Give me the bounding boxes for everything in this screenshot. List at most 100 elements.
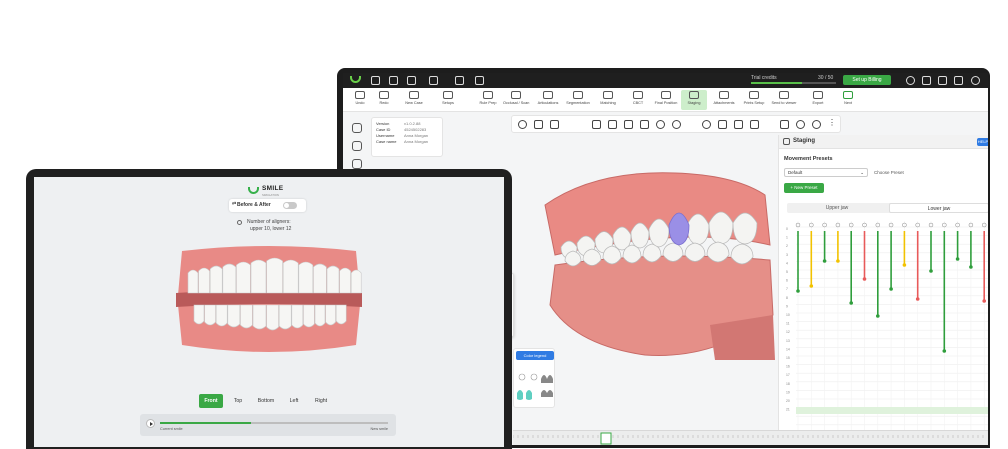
toolbar-staging[interactable]: Staging xyxy=(681,90,707,110)
view-right-button[interactable]: Right xyxy=(309,394,333,408)
more-icon[interactable]: ⋮ xyxy=(828,119,837,129)
toolbar-articulations[interactable]: Articulations xyxy=(535,90,561,110)
toolbar-export[interactable]: Export xyxy=(805,90,831,110)
measure-icon[interactable] xyxy=(352,159,362,169)
move-icon[interactable] xyxy=(518,120,527,129)
trial-credits-bar xyxy=(751,82,836,84)
toolbar-occlusal-scan[interactable]: Occlusal / Scan xyxy=(503,90,529,110)
search-icon[interactable] xyxy=(906,76,915,85)
toolbar-label: Next xyxy=(844,101,852,105)
open-folder-icon[interactable] xyxy=(389,76,398,85)
segmentation-icon xyxy=(573,91,583,99)
view-top-button[interactable]: Top xyxy=(227,394,249,408)
toolbar-redo[interactable]: Redo xyxy=(371,90,397,110)
chart-icon[interactable] xyxy=(352,141,362,151)
toolbar-setups[interactable]: Setups xyxy=(435,90,461,110)
toolbar-matching[interactable]: Matching xyxy=(595,90,621,110)
view-icon[interactable] xyxy=(352,123,362,133)
eraser-icon[interactable] xyxy=(750,120,759,129)
zoom-icon[interactable] xyxy=(702,120,711,129)
notes-icon[interactable] xyxy=(922,76,931,85)
brush-icon[interactable] xyxy=(734,120,743,129)
toolbar-send-to-viewer[interactable]: Send to viewer xyxy=(771,90,797,110)
smile-player: Current smile New smile xyxy=(140,414,396,436)
lower-tooth xyxy=(252,304,267,330)
set-up-billing-button[interactable]: Set up Billing xyxy=(843,75,891,85)
toolbar-rule-prep[interactable]: Rule Prep xyxy=(475,90,501,110)
view-left-button[interactable]: Left xyxy=(283,394,305,408)
stage-row-number: 17 xyxy=(786,373,790,377)
choose-preset-link[interactable]: Choose Preset xyxy=(874,170,904,175)
toolbar-label: Setups xyxy=(442,101,454,105)
toolbar-label: Attachments xyxy=(713,101,735,105)
preset-select[interactable]: Default ⌄ xyxy=(784,168,868,177)
new-case-icon xyxy=(409,91,419,99)
undo-icon xyxy=(355,91,365,99)
toolbar-prints-setup[interactable]: Prints Setup xyxy=(741,90,767,110)
toolbar-segmentation[interactable]: Segmentation xyxy=(565,90,591,110)
jaw-view-3-icon[interactable] xyxy=(624,120,633,129)
new-file-icon[interactable] xyxy=(371,76,380,85)
external-link-icon[interactable] xyxy=(475,76,484,85)
active-stage-highlight xyxy=(796,407,988,414)
stage-row-number: 2 xyxy=(786,244,788,248)
upper-jaw-icon[interactable] xyxy=(534,120,543,129)
view-front-button[interactable]: Front xyxy=(199,394,223,408)
check-icon[interactable] xyxy=(796,120,805,129)
upper-tooth xyxy=(187,269,199,294)
final-position-icon xyxy=(661,91,671,99)
help-badge[interactable]: HELP xyxy=(977,138,988,146)
save-icon[interactable] xyxy=(429,76,438,85)
open-case-icon[interactable] xyxy=(455,76,464,85)
lower-tooth xyxy=(303,304,315,328)
toolbar-label: CBCT xyxy=(632,101,644,105)
upper-tooth xyxy=(222,263,237,294)
tab-lower-jaw[interactable]: Lower jaw xyxy=(889,203,988,213)
document-icon[interactable] xyxy=(938,76,947,85)
arch-view-2-icon[interactable] xyxy=(672,120,681,129)
upper-tooth xyxy=(236,261,251,294)
upper-tooth xyxy=(298,261,314,294)
toolbar-next[interactable]: Next xyxy=(835,90,861,110)
lower-jaw-icon[interactable] xyxy=(550,120,559,129)
stage-row-number: 1 xyxy=(786,236,788,240)
before-after-switch[interactable] xyxy=(283,202,297,209)
toolbar-undo[interactable]: Undo xyxy=(347,90,373,110)
jaw-view-4-icon[interactable] xyxy=(640,120,649,129)
color-legend-button[interactable]: Color legend xyxy=(516,351,554,360)
stage-row-number: 15 xyxy=(786,356,790,360)
teeth-3d-model[interactable] xyxy=(535,165,775,365)
crop-icon[interactable] xyxy=(780,120,789,129)
tab-upper-jaw[interactable]: Upper jaw xyxy=(787,203,887,213)
progress-track[interactable] xyxy=(160,422,388,424)
jaw-view-icon[interactable] xyxy=(592,120,601,129)
lower-tooth xyxy=(335,304,347,325)
toolbar-cbct[interactable]: CBCT xyxy=(625,90,651,110)
staging-icon xyxy=(783,138,790,145)
before-after-toggle[interactable]: ⇄ Before & After xyxy=(229,199,306,212)
jaw-view-2-icon[interactable] xyxy=(608,120,617,129)
play-button[interactable] xyxy=(146,419,155,428)
tooth-chart-icon[interactable] xyxy=(954,76,963,85)
view-bottom-button[interactable]: Bottom xyxy=(253,394,279,408)
folder-icon[interactable] xyxy=(407,76,416,85)
teeth-front-model[interactable] xyxy=(174,245,364,355)
movement-end-dot xyxy=(929,269,933,273)
new-preset-button[interactable]: + New Preset xyxy=(784,183,824,193)
toolbar-label: Matching xyxy=(600,101,616,105)
staging-grid[interactable]: 0123456789101112131415161718192021 xyxy=(784,217,988,442)
toolbar-attachments[interactable]: Attachments xyxy=(711,90,737,110)
smile-viewer-window: SMILE SIMULATION ⇄ Before & After Number… xyxy=(34,177,504,447)
lower-tooth xyxy=(325,304,336,326)
upper-tooth xyxy=(350,269,362,294)
toolbar-label: Final Position xyxy=(654,101,678,105)
stage-row-number: 4 xyxy=(786,261,788,265)
arch-view-icon[interactable] xyxy=(656,120,665,129)
toolbar-new-case[interactable]: New Case xyxy=(401,90,427,110)
prints-setup-icon xyxy=(749,91,759,99)
pen-icon[interactable] xyxy=(718,120,727,129)
help-icon[interactable] xyxy=(971,76,980,85)
toolbar-final-position[interactable]: Final Position xyxy=(653,90,679,110)
jaw-tabs: Upper jaw Lower jaw xyxy=(787,203,988,213)
settings-icon[interactable] xyxy=(812,120,821,129)
